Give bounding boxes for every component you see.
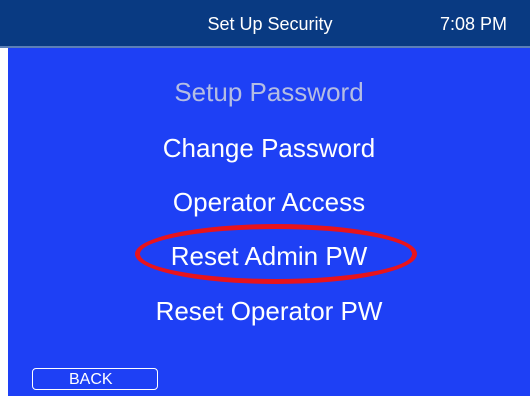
screen-title: Set Up Security — [207, 14, 333, 34]
menu-item-setup-password[interactable]: Setup Password — [8, 74, 530, 110]
security-menu-panel: Setup Password Change Password Operator … — [8, 48, 530, 396]
menu-item-reset-admin-pw[interactable]: Reset Admin PW — [8, 238, 530, 274]
back-button[interactable]: BACK — [32, 368, 158, 390]
menu-item-operator-access[interactable]: Operator Access — [8, 184, 530, 220]
clock-time: 7:08 PM — [440, 14, 508, 34]
device-screen: Set Up Security 7:08 PM Setup Password C… — [0, 0, 530, 396]
menu-item-change-password[interactable]: Change Password — [8, 130, 530, 166]
title-bar: Set Up Security 7:08 PM — [0, 0, 530, 48]
menu-item-reset-operator-pw[interactable]: Reset Operator PW — [8, 293, 530, 329]
